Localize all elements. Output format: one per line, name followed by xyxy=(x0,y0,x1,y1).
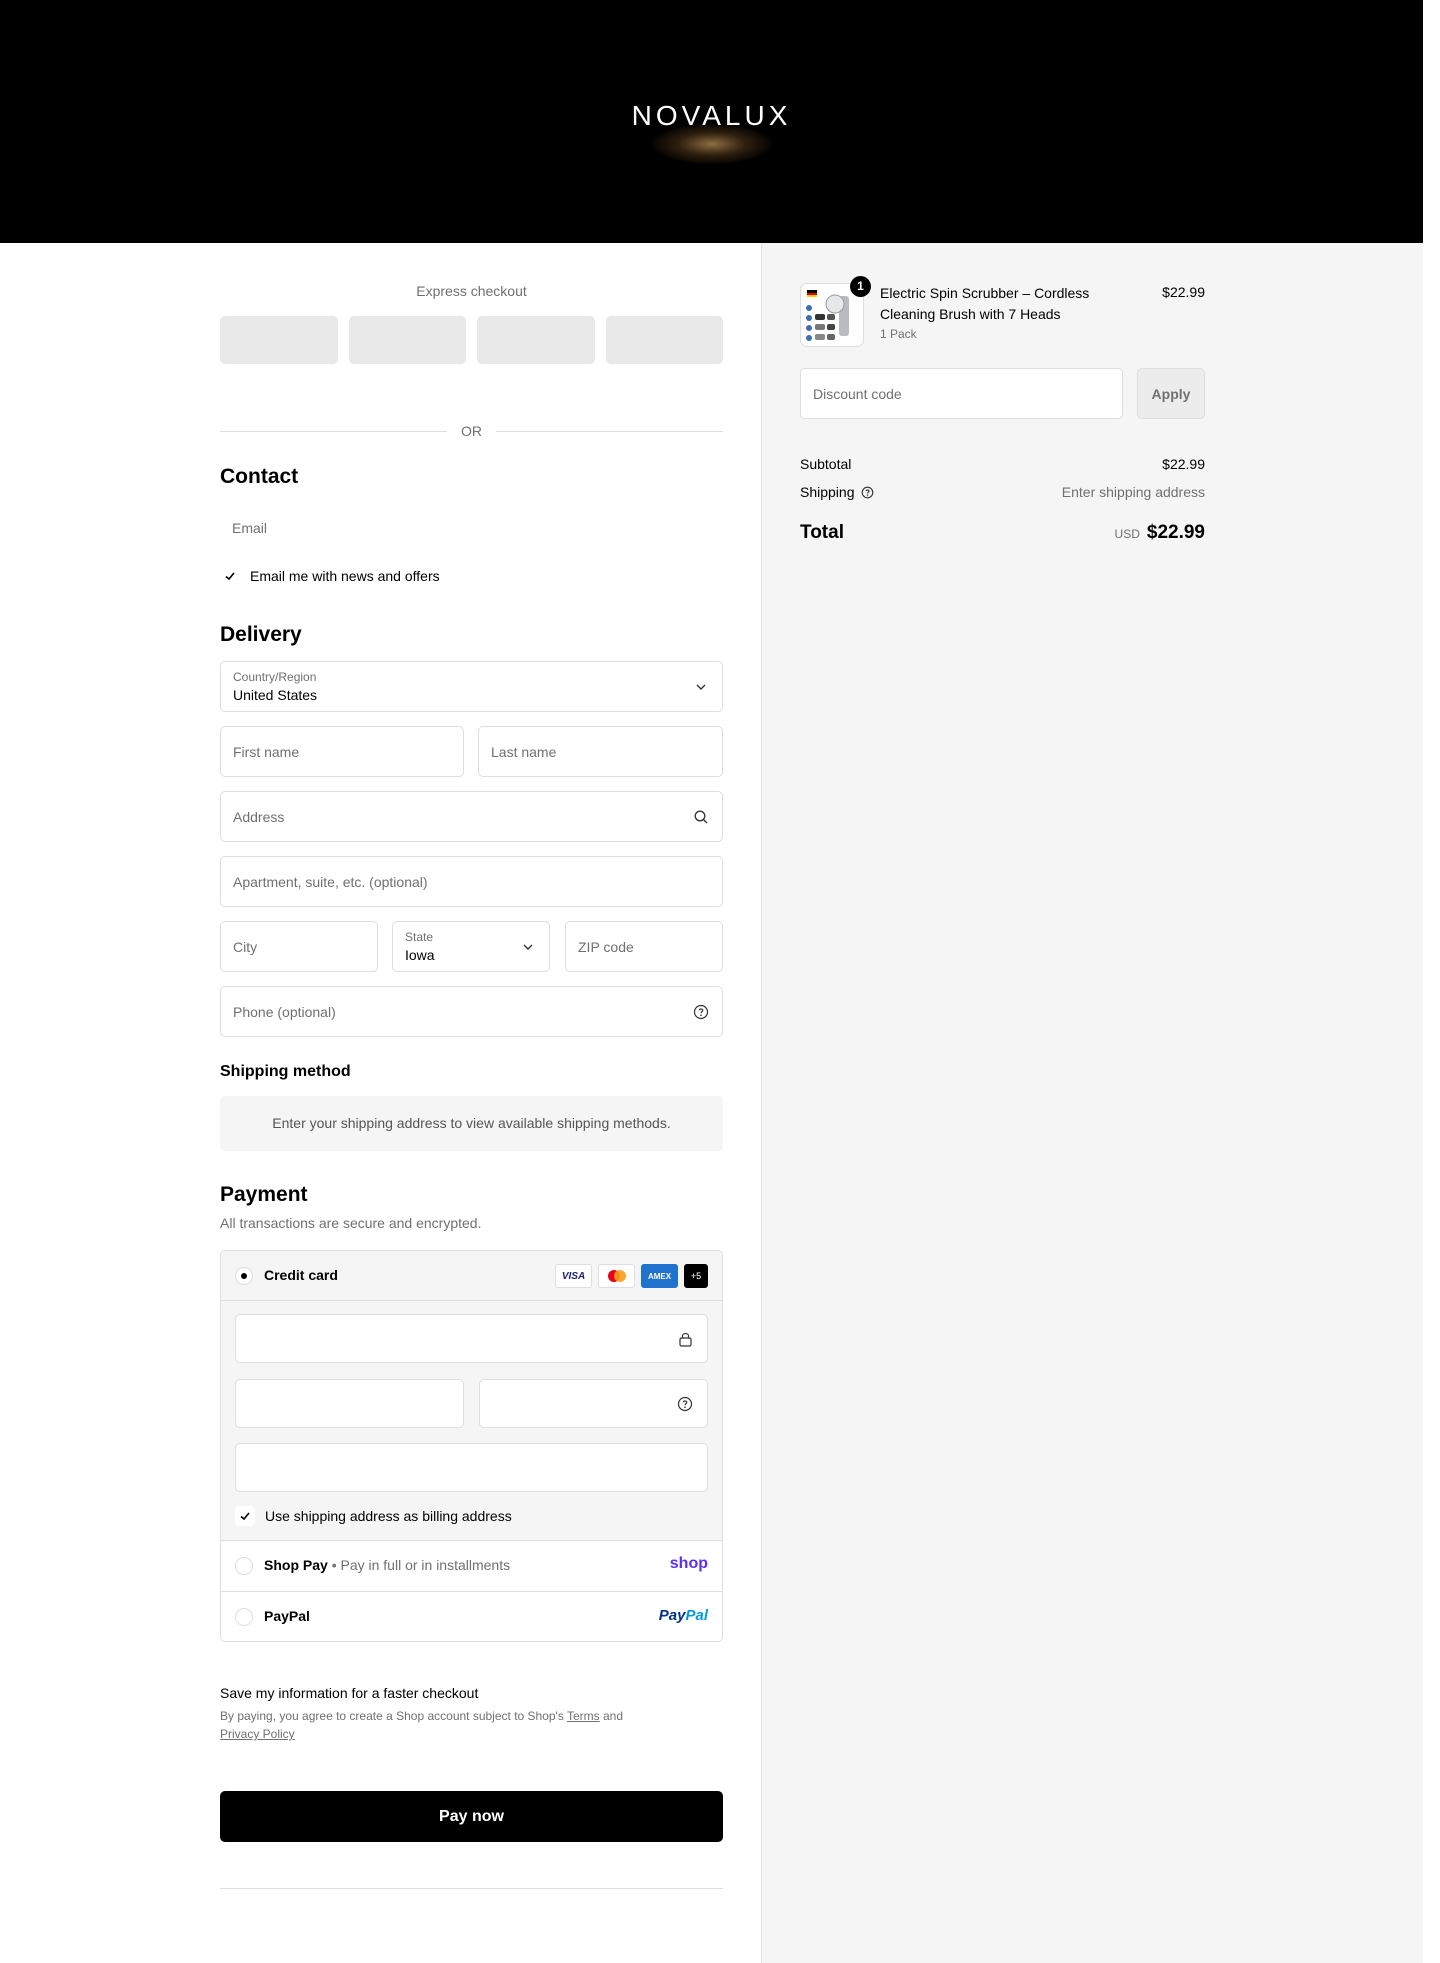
paypal-logo: PayPal xyxy=(658,1607,708,1624)
lock-icon xyxy=(679,1332,692,1347)
address-field[interactable]: Address xyxy=(220,791,723,842)
help-icon[interactable] xyxy=(693,1004,709,1020)
mastercard-icon xyxy=(598,1264,635,1288)
more-cards-badge: +5 xyxy=(684,1264,708,1288)
credit-card-form: Use shipping address as billing address xyxy=(221,1301,722,1541)
payment-methods: Credit card VISA AMEX +5 Use shipping ad… xyxy=(220,1250,723,1642)
total-row: Total USD $22.99 xyxy=(800,522,1205,543)
phone-field[interactable]: Phone (optional) xyxy=(220,986,723,1037)
name-on-card-field[interactable] xyxy=(235,1443,708,1492)
help-icon[interactable] xyxy=(677,1396,693,1412)
discount-code-input[interactable]: Discount code xyxy=(800,368,1123,419)
paypal-option[interactable]: PayPal PayPal xyxy=(221,1591,722,1641)
express-button-1[interactable] xyxy=(220,316,338,364)
contact-heading: Contact xyxy=(220,465,299,488)
newsletter-checkbox-row[interactable]: Email me with news and offers xyxy=(220,566,440,586)
product-thumbnail: 1 xyxy=(800,276,871,347)
express-button-2[interactable] xyxy=(348,316,466,364)
product-price: $22.99 xyxy=(1162,284,1205,300)
store-logo[interactable]: NOVALUX xyxy=(0,100,1423,164)
product-name: Electric Spin Scrubber – Cordless Cleani… xyxy=(880,285,1090,322)
apply-discount-button[interactable]: Apply xyxy=(1137,368,1205,419)
zip-field[interactable]: ZIP code xyxy=(565,921,723,972)
security-code-field[interactable] xyxy=(479,1379,708,1428)
checkmark-icon[interactable] xyxy=(235,1506,255,1526)
privacy-policy-link[interactable]: Privacy Policy xyxy=(220,1727,295,1741)
search-icon xyxy=(694,810,708,824)
express-button-3[interactable] xyxy=(477,316,595,364)
credit-card-option[interactable]: Credit card VISA AMEX +5 xyxy=(221,1251,722,1301)
store-header: NOVALUX xyxy=(0,0,1423,243)
chevron-down-icon xyxy=(523,944,533,950)
or-divider: OR xyxy=(220,423,723,439)
amex-icon: AMEX xyxy=(641,1264,678,1288)
email-field[interactable]: Email xyxy=(220,507,723,551)
shop-pay-option[interactable]: Shop Pay • Pay in full or in installment… xyxy=(221,1541,722,1591)
apartment-field[interactable]: Apartment, suite, etc. (optional) xyxy=(220,856,723,907)
shop-pay-logo: shop xyxy=(669,1555,708,1572)
checkmark-icon[interactable] xyxy=(220,566,240,586)
payment-heading: Payment xyxy=(220,1183,308,1206)
help-icon[interactable] xyxy=(861,486,874,499)
shipping-method-notice: Enter your shipping address to view avai… xyxy=(220,1096,723,1151)
card-brands: VISA AMEX +5 xyxy=(555,1264,708,1288)
shipping-method-heading: Shipping method xyxy=(220,1063,351,1080)
payment-subtitle: All transactions are secure and encrypte… xyxy=(220,1215,482,1231)
footer-divider xyxy=(220,1888,723,1889)
product-variant: 1 Pack xyxy=(880,327,917,341)
subtotal-row: Subtotal $22.99 xyxy=(800,456,1205,472)
terms-link[interactable]: Terms xyxy=(567,1709,600,1723)
first-name-field[interactable]: First name xyxy=(220,726,464,777)
save-info-legal: By paying, you agree to create a Shop ac… xyxy=(220,1709,624,1741)
order-summary-panel xyxy=(761,243,1423,1963)
chevron-down-icon xyxy=(696,684,706,690)
save-info-title: Save my information for a faster checkou… xyxy=(220,1685,479,1701)
express-button-4[interactable] xyxy=(605,316,723,364)
card-number-field[interactable] xyxy=(235,1314,708,1363)
country-select[interactable]: Country/Region United States xyxy=(220,661,723,712)
paypal-radio[interactable] xyxy=(235,1608,253,1626)
state-select[interactable]: State Iowa xyxy=(392,921,550,972)
billing-same-checkbox-row[interactable]: Use shipping address as billing address xyxy=(235,1506,512,1526)
last-name-field[interactable]: Last name xyxy=(478,726,723,777)
expiration-date-field[interactable] xyxy=(235,1379,464,1428)
city-field[interactable]: City xyxy=(220,921,378,972)
express-checkout-buttons xyxy=(220,316,723,364)
shop-pay-radio[interactable] xyxy=(235,1557,253,1575)
shipping-row: Shipping Enter shipping address xyxy=(800,484,1205,500)
quantity-badge: 1 xyxy=(850,276,871,297)
delivery-heading: Delivery xyxy=(220,623,302,646)
scrollbar-track xyxy=(1423,0,1440,1963)
express-checkout-title: Express checkout xyxy=(416,283,527,299)
pay-now-button[interactable]: Pay now xyxy=(220,1791,723,1842)
visa-icon: VISA xyxy=(555,1264,592,1288)
credit-card-radio[interactable] xyxy=(235,1267,253,1285)
